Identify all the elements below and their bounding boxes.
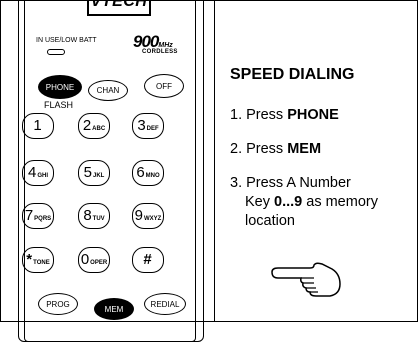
step-3: 3. Press A Number Key 0...9 as memory lo… bbox=[230, 174, 410, 231]
mem-button[interactable]: MEM bbox=[94, 298, 134, 320]
in-use-led bbox=[47, 49, 65, 55]
step-3-line-1: 3. Press A Number bbox=[230, 175, 351, 191]
step-2-text: 2. Press bbox=[230, 141, 288, 157]
key-letters: MNO bbox=[145, 173, 160, 179]
key-9[interactable]: 9 WXYZ bbox=[132, 203, 164, 229]
key-4[interactable]: 4 GHI bbox=[22, 160, 54, 186]
step-1-key: PHONE bbox=[287, 107, 339, 123]
key-digit: 7 bbox=[24, 207, 34, 224]
redial-button-label: REDIAL bbox=[150, 299, 180, 309]
key-digit: 6 bbox=[136, 164, 145, 181]
phone-button[interactable]: PHONE bbox=[38, 75, 82, 99]
chan-button[interactable]: CHAN bbox=[88, 80, 128, 101]
cordless-label: CORDLESS bbox=[142, 49, 178, 55]
off-button-label: OFF bbox=[156, 81, 172, 91]
key-digit: 9 bbox=[134, 207, 143, 224]
instructions-title: SPEED DIALING bbox=[230, 66, 355, 83]
key-digit: 2 bbox=[82, 117, 92, 134]
key-letters: GHI bbox=[37, 173, 48, 179]
flash-label: FLASH bbox=[44, 100, 74, 110]
key-digit: 1 bbox=[33, 117, 42, 134]
step-3-line-3: location bbox=[245, 213, 295, 229]
pointing-hand-icon bbox=[271, 262, 341, 297]
key-letters: TUV bbox=[92, 216, 105, 222]
key-8[interactable]: 8 TUV bbox=[78, 203, 110, 229]
prog-button[interactable]: PROG bbox=[38, 293, 78, 315]
key-0[interactable]: 0 OPER bbox=[78, 247, 110, 273]
frequency-unit: MHz bbox=[158, 42, 173, 49]
key-hash[interactable]: # bbox=[132, 247, 164, 273]
step-1-text: 1. Press bbox=[230, 107, 288, 123]
handset-illustration: VTECH IN USE/LOW BATT 900MHz CORDLESS PH… bbox=[16, 0, 210, 342]
phone-button-label: PHONE bbox=[45, 82, 75, 92]
off-button[interactable]: OFF bbox=[144, 74, 184, 98]
key-3[interactable]: 3 DEF bbox=[132, 113, 164, 139]
key-letters: TONE bbox=[33, 260, 50, 266]
step-2: 2. Press MEM bbox=[230, 140, 410, 159]
column-divider bbox=[214, 0, 215, 322]
key-digit: 8 bbox=[83, 207, 92, 224]
step-3-suffix: as memory bbox=[302, 194, 378, 210]
step-2-key: MEM bbox=[287, 141, 322, 157]
step-1: 1. Press PHONE bbox=[230, 106, 410, 125]
prog-button-label: PROG bbox=[46, 299, 70, 309]
key-digit: 3 bbox=[137, 117, 146, 134]
key-letters: PQRS bbox=[34, 216, 52, 222]
key-digit: * bbox=[26, 251, 33, 268]
key-digit: 4 bbox=[27, 164, 37, 181]
brand-logo: VTECH bbox=[87, 0, 151, 16]
step-3-key-range: 0...9 bbox=[274, 194, 303, 210]
key-digit: 5 bbox=[83, 164, 92, 181]
key-7[interactable]: 7 PQRS bbox=[22, 203, 54, 229]
redial-button[interactable]: REDIAL bbox=[144, 293, 186, 315]
chan-button-label: CHAN bbox=[96, 86, 120, 95]
key-digit: # bbox=[143, 251, 152, 268]
key-star[interactable]: * TONE bbox=[22, 247, 54, 273]
key-6[interactable]: 6 MNO bbox=[132, 160, 164, 186]
key-letters: OPER bbox=[90, 260, 108, 266]
key-1[interactable]: 1 bbox=[22, 113, 54, 139]
in-use-label: IN USE/LOW BATT bbox=[36, 37, 97, 44]
key-letters: ABC bbox=[92, 126, 106, 132]
key-2[interactable]: 2 ABC bbox=[78, 113, 110, 139]
key-digit: 0 bbox=[80, 251, 90, 268]
mem-button-label: MEM bbox=[104, 304, 124, 314]
key-5[interactable]: 5 JKL bbox=[78, 160, 110, 186]
step-3-key-text: Key bbox=[245, 194, 275, 210]
key-letters: WXYZ bbox=[144, 216, 162, 222]
key-letters: DEF bbox=[146, 126, 159, 132]
key-letters: JKL bbox=[93, 173, 105, 179]
